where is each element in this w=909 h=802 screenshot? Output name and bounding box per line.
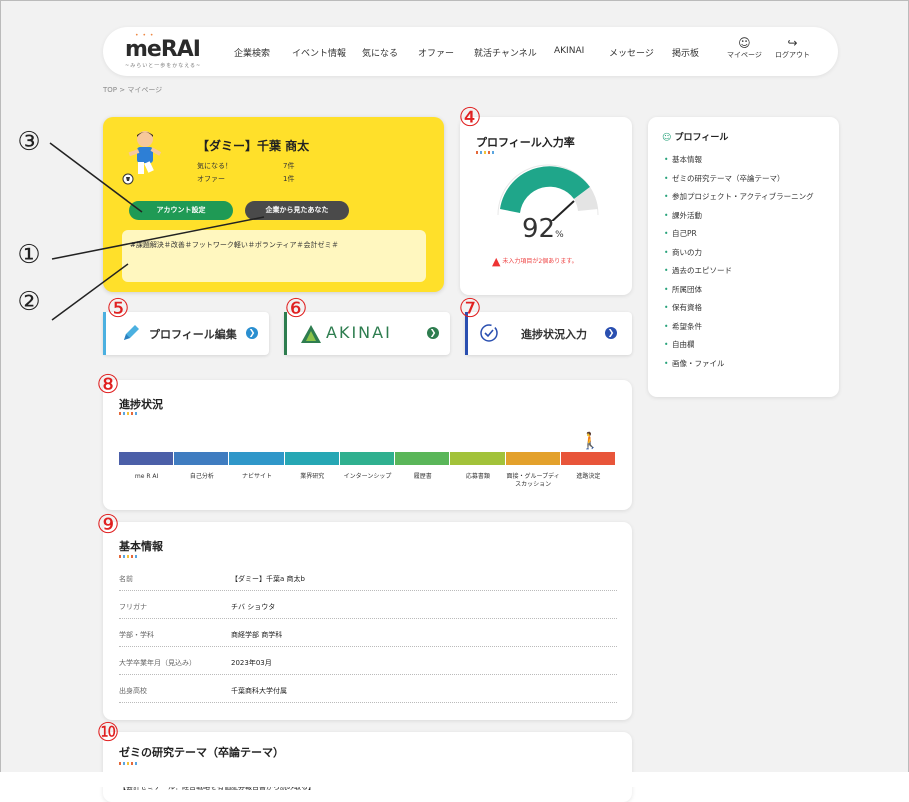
annotation-pointer-lines	[49, 142, 265, 321]
